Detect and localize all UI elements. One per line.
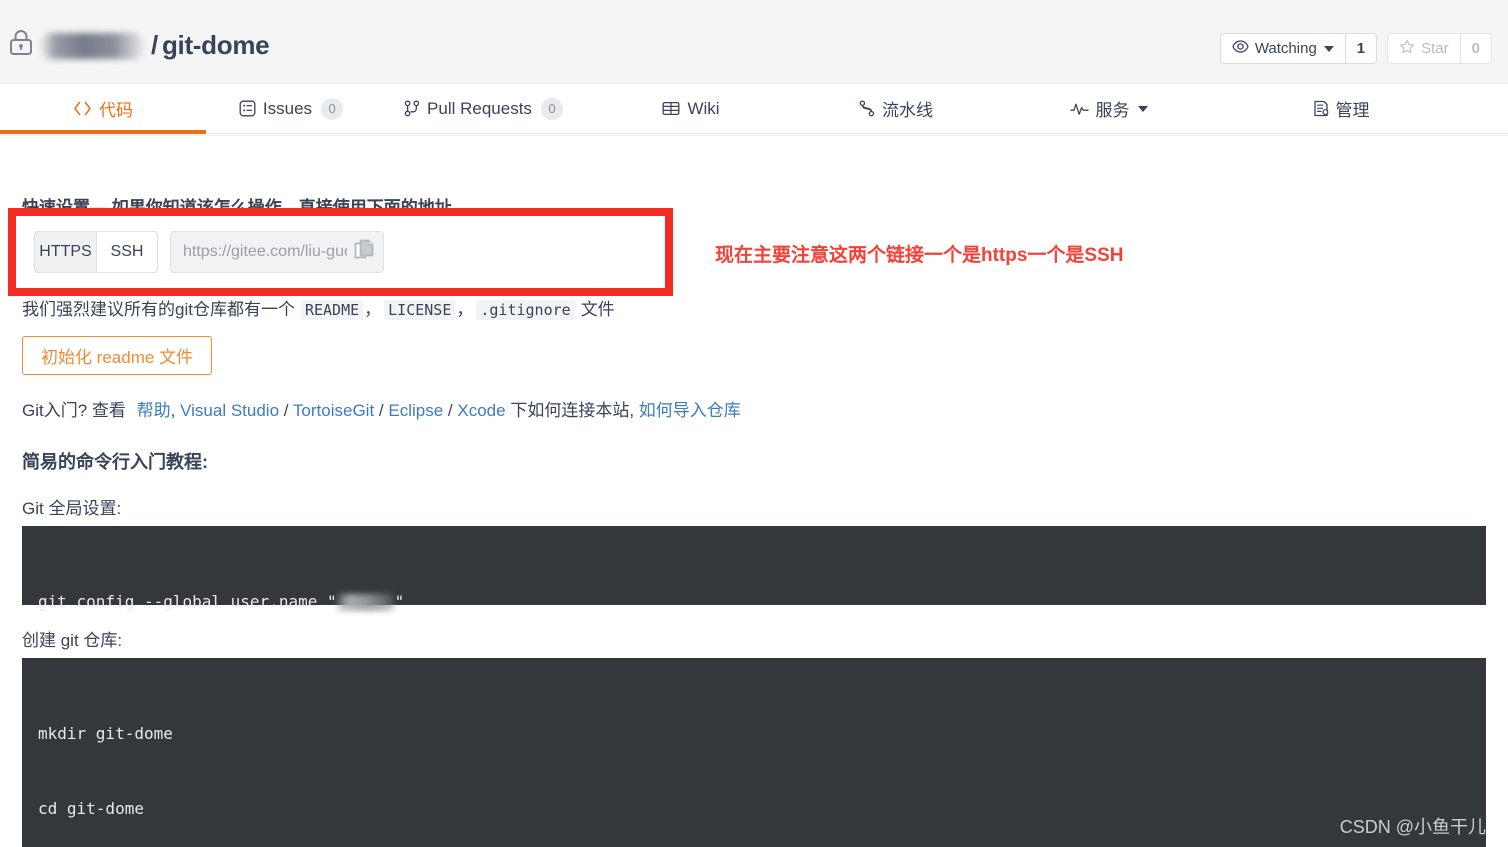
star-label: Star xyxy=(1421,40,1449,57)
link-xcode[interactable]: Xcode xyxy=(457,401,505,420)
ide-sep-2: / xyxy=(378,401,384,420)
file-readme: README xyxy=(300,300,364,320)
lock-icon xyxy=(8,28,34,63)
recommended-files-line: 我们强烈建议所有的git仓库都有一个 README ， LICENSE ， .g… xyxy=(22,295,615,320)
help-link[interactable]: 帮助 xyxy=(137,401,171,420)
tab-manage[interactable]: 管理 xyxy=(1216,84,1466,133)
tab-wiki[interactable]: Wiki xyxy=(591,84,791,133)
annotation-rectangle xyxy=(8,208,673,296)
pr-count: 0 xyxy=(540,97,563,120)
breadcrumb: / git-dome xyxy=(8,28,270,63)
comma-2: ， xyxy=(456,300,474,319)
service-icon xyxy=(1069,102,1089,115)
breadcrumb-separator: / xyxy=(151,30,158,60)
create-repo-label: 创建 git 仓库: xyxy=(22,631,123,650)
watch-label: Watching xyxy=(1254,40,1317,57)
file-gitignore: .gitignore xyxy=(476,300,575,320)
wiki-icon xyxy=(662,101,680,116)
tab-pipeline[interactable]: 流水线 xyxy=(791,84,1001,133)
code-line: git config --global user.name " " xyxy=(38,589,1486,614)
tab-pull-requests[interactable]: Pull Requests 0 xyxy=(376,84,591,133)
repo-nav: 代码 Issues 0 Pull Requests 0 Wiki 流水线 服务 … xyxy=(0,84,1508,134)
star-icon xyxy=(1399,39,1415,59)
tutorial-title: 简易的命令行入门教程: xyxy=(22,452,208,472)
eye-icon xyxy=(1232,40,1249,57)
code-text-end: " xyxy=(394,592,405,611)
star-button[interactable]: Star xyxy=(1387,33,1460,64)
create-repo-code-block[interactable]: mkdir git-dome cd git-dome git init touc… xyxy=(22,658,1486,847)
star-button-group: Star 0 xyxy=(1387,33,1492,64)
star-count-value: 0 xyxy=(1471,40,1480,57)
annotation-text: 现在主要注意这两个链接一个是https一个是SSH xyxy=(715,245,1124,266)
link-visual-studio[interactable]: Visual Studio xyxy=(180,401,279,420)
watch-count[interactable]: 1 xyxy=(1344,33,1378,64)
global-config-code-block[interactable]: git config --global user.name " " git con… xyxy=(22,526,1486,686)
code-icon xyxy=(73,101,92,116)
owner-name-redacted[interactable] xyxy=(41,32,143,59)
git-help-line: Git入门? 查看 帮助, Visual Studio / TortoiseGi… xyxy=(22,396,741,421)
recommended-files-suffix: 文件 xyxy=(580,300,615,319)
repo-name[interactable]: git-dome xyxy=(162,30,270,61)
chevron-down-icon[interactable] xyxy=(1323,45,1334,52)
tab-code-label: 代码 xyxy=(99,101,133,120)
manage-icon xyxy=(1313,100,1329,117)
tab-pr-label: Pull Requests xyxy=(427,98,532,118)
link-eclipse[interactable]: Eclipse xyxy=(388,401,443,420)
ide-sep-3: / xyxy=(447,401,453,420)
tab-issues[interactable]: Issues 0 xyxy=(206,84,376,133)
pr-icon xyxy=(404,100,420,117)
ide-sep-1: / xyxy=(283,401,289,420)
issues-count: 0 xyxy=(321,97,344,120)
link-tortoisegit[interactable]: TortoiseGit xyxy=(293,401,374,420)
star-count[interactable]: 0 xyxy=(1459,33,1492,64)
redacted-username xyxy=(336,594,395,611)
tab-manage-label: 管理 xyxy=(1335,101,1370,120)
issue-icon xyxy=(239,100,256,117)
pipeline-icon xyxy=(859,100,875,117)
tab-service-label: 服务 xyxy=(1095,101,1130,120)
tab-issues-label: Issues xyxy=(262,98,313,118)
repo-content: 快速设置— 如果你知道该怎么操作，直接使用下面的地址 HTTPS SSH htt… xyxy=(0,135,1508,847)
help-comma: , xyxy=(170,401,176,420)
tab-pipeline-label: 流水线 xyxy=(882,101,933,120)
tab-service[interactable]: 服务 xyxy=(1001,84,1216,133)
watch-button-group: Watching 1 xyxy=(1219,33,1378,64)
page-root: / git-dome Watching 1 Star 0 代码 Issues 0… xyxy=(0,0,1508,847)
git-help-lead: Git入门? 查看 xyxy=(22,401,126,420)
recommended-files-prefix: 我们强烈建议所有的git仓库都有一个 xyxy=(22,300,295,319)
init-readme-button[interactable]: 初始化 readme 文件 xyxy=(22,336,212,375)
help-comma-2: , xyxy=(629,401,635,420)
chevron-down-icon[interactable] xyxy=(1137,105,1148,112)
link-import-repo[interactable]: 如何导入仓库 xyxy=(639,401,741,420)
watch-button[interactable]: Watching xyxy=(1219,33,1345,64)
tab-wiki-label: Wiki xyxy=(687,98,720,118)
connect-site-text: 下如何连接本站 xyxy=(510,401,630,420)
repo-actions: Watching 1 Star 0 xyxy=(1210,33,1492,64)
csdn-watermark: CSDN @小鱼干儿 xyxy=(1339,817,1486,837)
file-license: LICENSE xyxy=(384,300,456,320)
repo-header: / git-dome Watching 1 Star 0 xyxy=(0,0,1508,84)
comma-1: ， xyxy=(364,300,382,319)
code-line: mkdir git-dome xyxy=(38,724,173,743)
global-config-label: Git 全局设置: xyxy=(22,499,122,518)
tab-code[interactable]: 代码 xyxy=(0,84,206,134)
code-line: cd git-dome xyxy=(38,799,144,818)
code-text: git config --global user.name " xyxy=(38,592,337,611)
